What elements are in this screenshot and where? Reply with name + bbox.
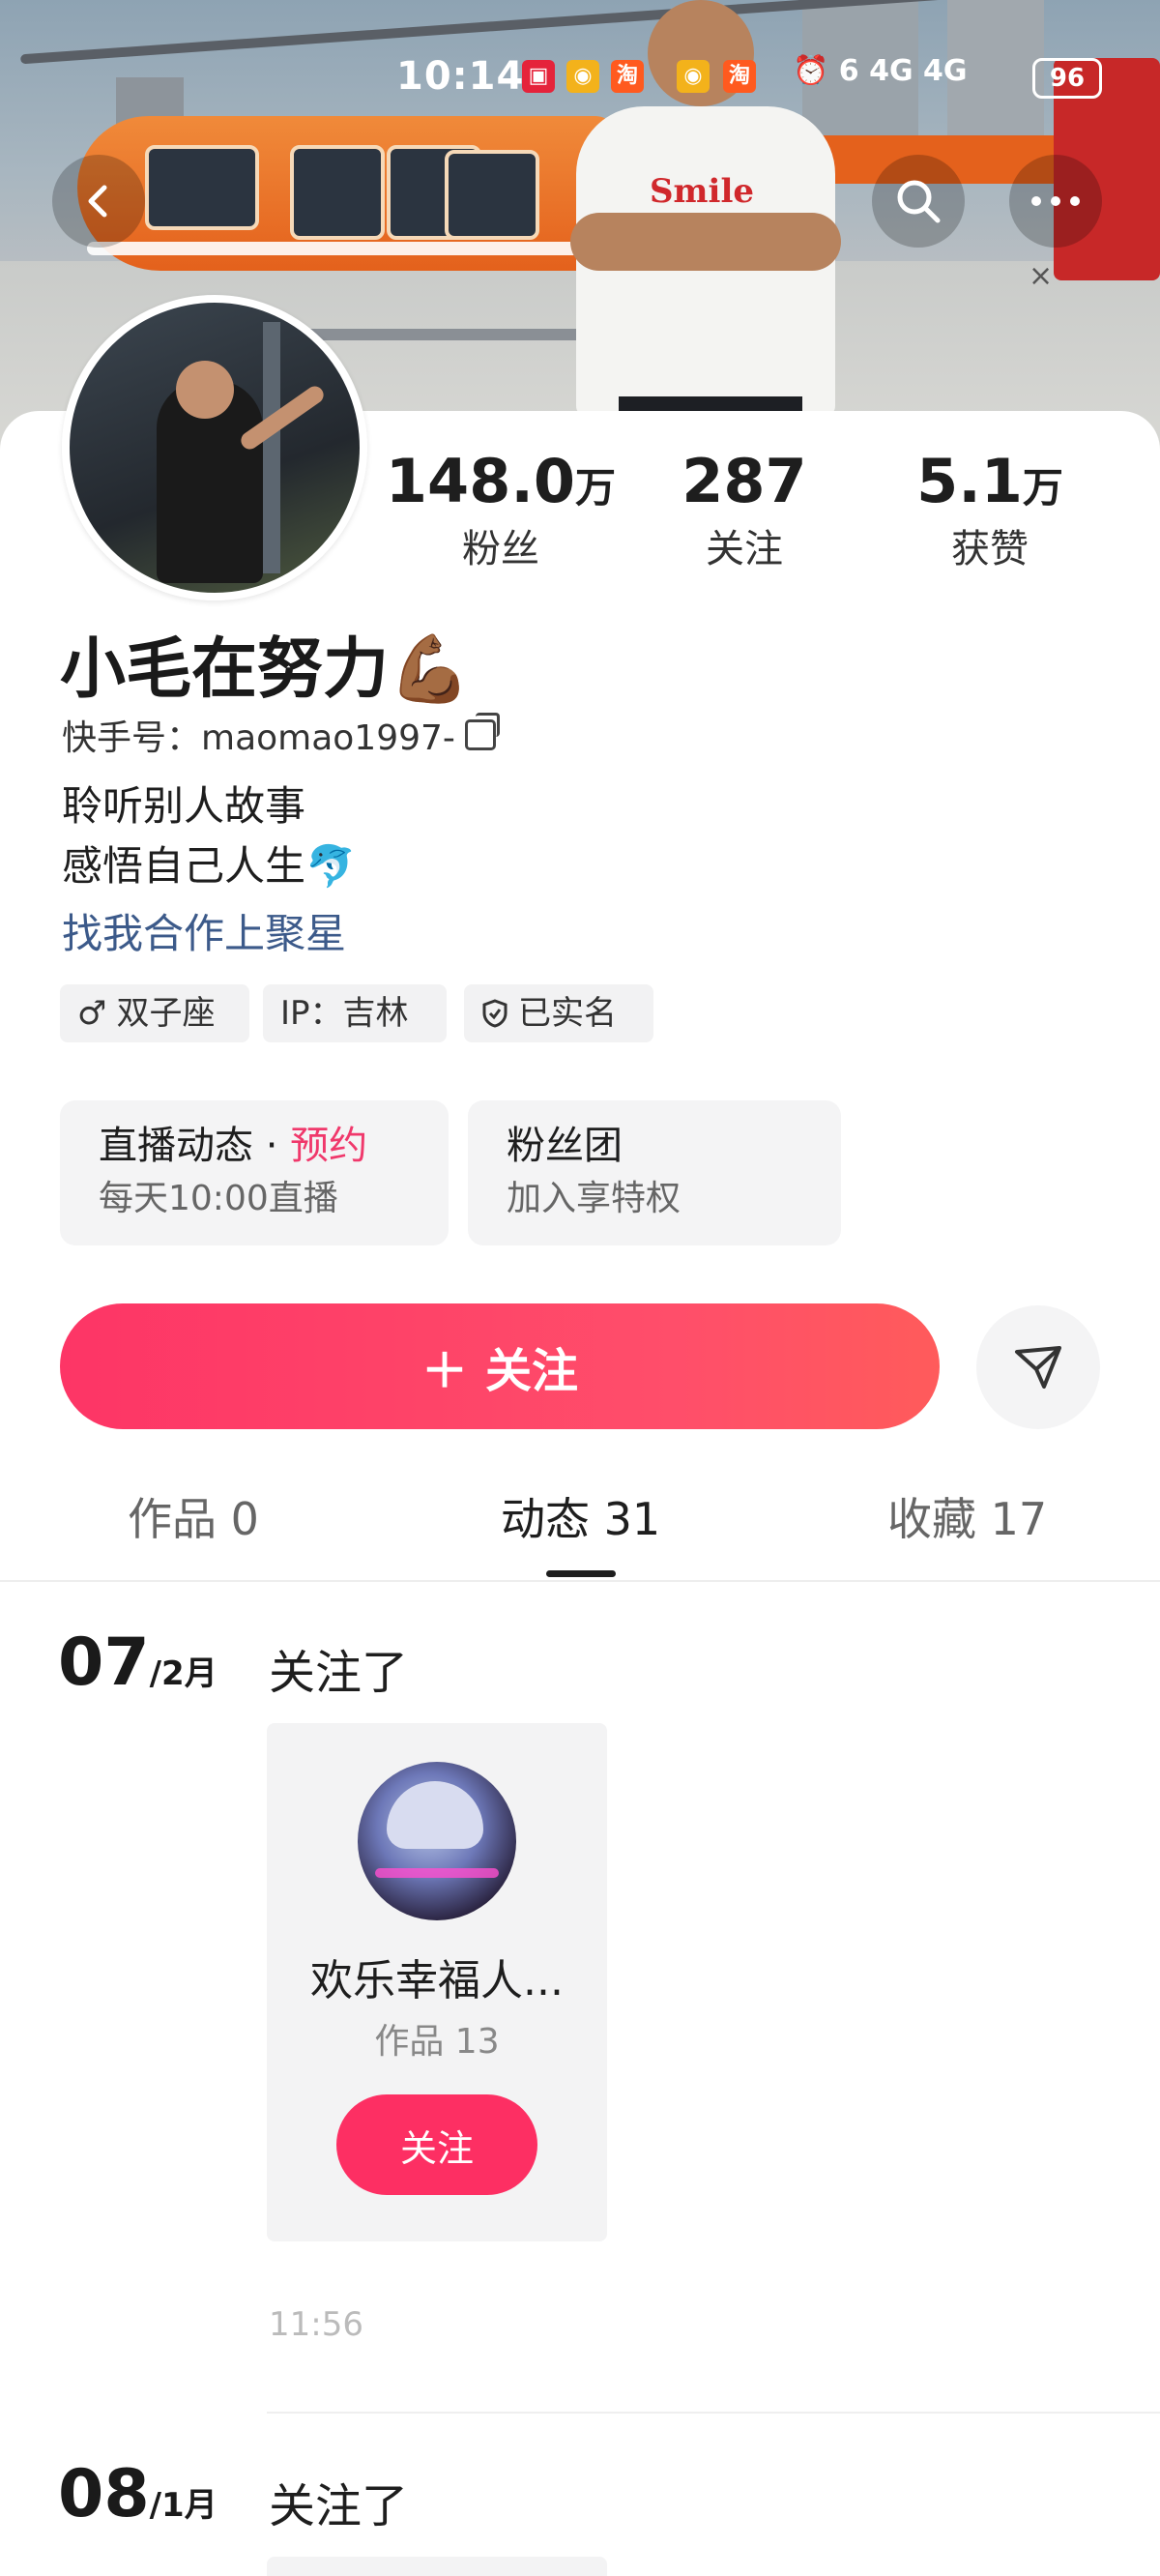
stat-number: 5.1	[916, 446, 1023, 516]
feed-date: 07/2月	[58, 1625, 218, 1701]
helicopter-stripe	[87, 242, 590, 255]
helicopter-window	[445, 150, 539, 240]
avatar[interactable]	[62, 295, 367, 600]
follow-button-label: 关注	[485, 1344, 579, 1398]
profile-name: 小毛在努力💪🏾	[60, 631, 471, 708]
bio-line: 聆听别人故事	[62, 782, 306, 830]
avatar-person-head	[176, 361, 234, 419]
taobao-icon: 淘	[723, 60, 756, 93]
stat-label: 粉丝	[462, 527, 539, 571]
fan-club-card[interactable]: 粉丝团 加入享特权	[468, 1100, 841, 1245]
date-day: 07	[58, 1625, 150, 1701]
reserve-label[interactable]: 预约	[290, 1124, 367, 1168]
separator-dot: ·	[253, 1124, 291, 1168]
tab-works[interactable]: 作品 0	[128, 1484, 259, 1548]
feature-title: 粉丝团	[507, 1124, 623, 1168]
verified-chip: 已实名	[464, 984, 653, 1042]
tab-favorites[interactable]: 收藏 17	[887, 1484, 1047, 1548]
avatar-lamppost	[263, 322, 280, 573]
stat-followers[interactable]: 148.0万 粉丝	[385, 448, 617, 576]
bio-line: 感悟自己人生🐬	[62, 842, 357, 890]
tab-moments[interactable]: 动态 31	[501, 1484, 660, 1548]
send-icon	[1015, 1346, 1061, 1389]
status-indicators: ⏰ 6 4G 4G	[793, 54, 968, 88]
feed-action: 关注了	[269, 1646, 409, 1700]
stat-following[interactable]: 287 关注	[628, 448, 860, 576]
stat-label: 关注	[706, 527, 783, 571]
zodiac-chip: ♂ 双子座	[60, 984, 249, 1042]
close-icon[interactable]: ×	[1029, 259, 1053, 293]
person-arms	[570, 213, 841, 271]
back-button[interactable]	[52, 155, 145, 248]
verified-shield-icon	[482, 999, 508, 1028]
more-button[interactable]	[1009, 155, 1102, 248]
date-day: 08	[58, 2456, 150, 2532]
helicopter-window	[290, 145, 385, 240]
followed-user-avatar[interactable]	[358, 1762, 516, 1920]
search-icon	[897, 180, 941, 223]
taobao-icon: 淘	[611, 60, 644, 93]
weibo-icon: ◉	[566, 60, 599, 93]
ip-chip: IP：吉林	[263, 984, 447, 1042]
avatar-neon-sign	[375, 1868, 499, 1878]
divider	[0, 1580, 1160, 1582]
xiaohongshu-icon: ▣	[522, 60, 555, 93]
feed-timestamp: 11:56	[269, 2305, 363, 2344]
chip-label: 已实名	[518, 994, 617, 1033]
feature-title: 直播动态 · 预约	[99, 1118, 410, 1174]
battery-icon: 96	[1032, 58, 1102, 99]
stat-value: 5.1万	[874, 448, 1106, 522]
feed-date: 08/1月	[58, 2456, 218, 2532]
followed-user-card[interactable]	[267, 2557, 607, 2576]
feature-subtitle: 加入享特权	[507, 1179, 682, 1218]
feature-title-text: 直播动态	[99, 1124, 253, 1168]
divider	[267, 2412, 1160, 2414]
followed-user-card[interactable]: 欢乐幸福人... 作品 13 关注	[267, 1723, 607, 2241]
stat-value: 148.0万	[385, 448, 617, 522]
stat-number: 287	[682, 446, 807, 516]
active-tab-indicator	[546, 1570, 616, 1577]
follow-button[interactable]: ＋ 关注	[60, 1303, 940, 1429]
search-button[interactable]	[872, 155, 965, 248]
status-time: 10:14	[396, 54, 525, 99]
stat-unit: 万	[1022, 464, 1063, 512]
chip-label: 双子座	[116, 994, 216, 1033]
share-button[interactable]	[976, 1305, 1100, 1429]
feed-action: 关注了	[269, 2479, 409, 2533]
chevron-left-icon	[88, 185, 107, 218]
stat-number: 148.0	[385, 446, 576, 516]
date-month: /1月	[149, 2486, 218, 2525]
followed-user-works: 作品 13	[374, 2022, 500, 2062]
more-dots-icon	[1031, 196, 1080, 206]
plus-icon: ＋	[420, 1344, 468, 1398]
avatar-character-hair	[387, 1781, 483, 1849]
followed-user-name[interactable]: 欢乐幸福人...	[267, 1946, 607, 2007]
male-icon: ♂	[77, 994, 107, 1033]
stat-value: 287	[628, 448, 860, 522]
collab-link[interactable]: 找我合作上聚星	[62, 901, 346, 960]
live-schedule-card[interactable]: 直播动态 · 预约 每天10:00直播	[60, 1100, 449, 1245]
chip-label: IP：吉林	[280, 994, 409, 1033]
kwai-id-row[interactable]: 快手号：maomao1997-	[62, 710, 500, 760]
stat-likes[interactable]: 5.1万 获赞	[874, 448, 1106, 576]
copy-icon[interactable]	[464, 713, 500, 750]
kwai-id-text: 快手号：maomao1997-	[62, 718, 455, 758]
stat-unit: 万	[575, 464, 617, 512]
date-month: /2月	[149, 1654, 218, 1693]
shirt-print: Smile	[650, 172, 754, 211]
follow-user-button[interactable]: 关注	[336, 2094, 537, 2195]
weibo-icon: ◉	[677, 60, 710, 93]
feature-subtitle: 每天10:00直播	[99, 1179, 338, 1218]
helicopter-window	[145, 145, 259, 230]
stat-label: 获赞	[951, 527, 1029, 571]
